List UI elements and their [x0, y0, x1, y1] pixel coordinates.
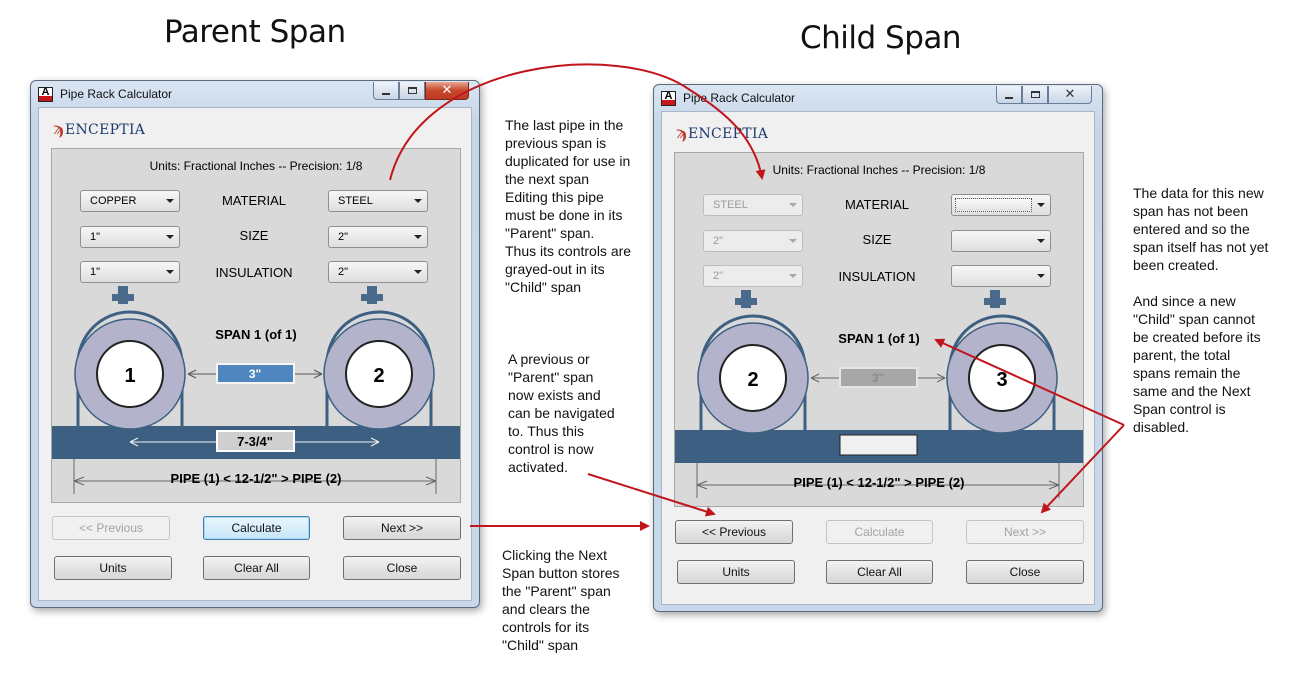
pipe-rack-diagram: 2 3 3"	[675, 290, 1083, 498]
pipe-right-icon	[323, 286, 435, 430]
calculate-button[interactable]: Calculate	[826, 520, 933, 544]
units-button[interactable]: Units	[677, 560, 795, 584]
pipe-right-icon	[946, 290, 1058, 434]
close-button[interactable]: Close	[966, 560, 1084, 584]
logo-text: ENCEPTIA	[64, 122, 146, 138]
logo-mark-icon: ϡ	[676, 123, 687, 142]
pipe-distance-label: PIPE (1) < 12-1/2" > PIPE (2)	[793, 475, 965, 490]
maximize-button[interactable]	[1022, 86, 1048, 104]
pipe-right-number: 3	[996, 369, 1007, 391]
note-spans-remain: And since a new "Child" span cannot be cre…	[1133, 293, 1261, 435]
calculator-panel: Units: Fractional Inches -- Precision: 1…	[674, 152, 1084, 507]
note-not-entered: The data for this new span has not been en…	[1133, 185, 1269, 273]
close-icon: ✕	[441, 83, 453, 98]
pipe-distance-label: PIPE (1) < 12-1/2" > PIPE (2)	[170, 471, 342, 486]
calculator-panel: Units: Fractional Inches -- Precision: 1…	[51, 148, 461, 503]
close-icon: ✕	[1064, 87, 1076, 102]
app-icon: A	[38, 87, 53, 102]
note-previous-activated: A previous or "Parent" span now exists and…	[508, 351, 615, 475]
gap-value: 3"	[249, 367, 261, 381]
note-next-click: Clicking the Next Span button stores the "…	[502, 547, 620, 653]
logo-mark-icon: ϡ	[53, 119, 64, 138]
logo-text: ENCEPTIA	[687, 126, 769, 142]
minimize-icon	[382, 92, 390, 95]
between-value-box[interactable]	[839, 434, 918, 456]
clear-all-button[interactable]: Clear All	[826, 560, 933, 584]
calculate-button[interactable]: Calculate	[203, 516, 310, 540]
gap-value: 3"	[872, 371, 884, 385]
title-bar[interactable]: A Pipe Rack Calculator ✕	[31, 81, 479, 107]
window-title: Pipe Rack Calculator	[60, 87, 173, 101]
parent-window: A Pipe Rack Calculator ✕ ϡENCEPTIA Units…	[30, 80, 480, 608]
pipe-rack-diagram: 1 2 3" 7-3/4"	[52, 286, 460, 494]
maximize-icon	[407, 87, 417, 94]
enceptia-logo: ϡENCEPTIA	[676, 123, 768, 142]
child-span-heading: Child Span	[800, 20, 962, 56]
minimize-button[interactable]	[996, 86, 1022, 104]
app-icon: A	[661, 91, 676, 106]
window-title: Pipe Rack Calculator	[683, 91, 796, 105]
pipe-left-number: 1	[124, 365, 135, 387]
clear-all-button[interactable]: Clear All	[203, 556, 310, 580]
title-bar[interactable]: A Pipe Rack Calculator ✕	[654, 85, 1102, 111]
close-window-button[interactable]: ✕	[1048, 86, 1092, 104]
minimize-icon	[1005, 96, 1013, 99]
close-button[interactable]: Close	[343, 556, 461, 580]
enceptia-logo: ϡENCEPTIA	[53, 119, 145, 138]
minimize-button[interactable]	[373, 82, 399, 100]
previous-button[interactable]: << Previous	[675, 520, 793, 544]
client-area: ϡENCEPTIA Units: Fractional Inches -- Pr…	[38, 107, 472, 601]
previous-button[interactable]: << Previous	[52, 516, 170, 540]
pipe-right-number: 2	[373, 365, 384, 387]
next-button[interactable]: Next >>	[966, 520, 1084, 544]
maximize-icon	[1030, 91, 1040, 98]
client-area: ϡENCEPTIA Units: Fractional Inches -- Pr…	[661, 111, 1095, 605]
close-window-button[interactable]: ✕	[425, 82, 469, 100]
between-value: 7-3/4"	[237, 434, 273, 449]
child-window: A Pipe Rack Calculator ✕ ϡENCEPTIA Units…	[653, 84, 1103, 612]
next-button[interactable]: Next >>	[343, 516, 461, 540]
maximize-button[interactable]	[399, 82, 425, 100]
pipe-left-icon	[74, 286, 186, 430]
units-button[interactable]: Units	[54, 556, 172, 580]
note-duplicated-pipe: The last pipe in the previous span is dupl…	[505, 117, 632, 295]
pipe-left-icon	[697, 290, 809, 434]
parent-span-heading: Parent Span	[164, 14, 346, 50]
pipe-left-number: 2	[747, 369, 758, 391]
